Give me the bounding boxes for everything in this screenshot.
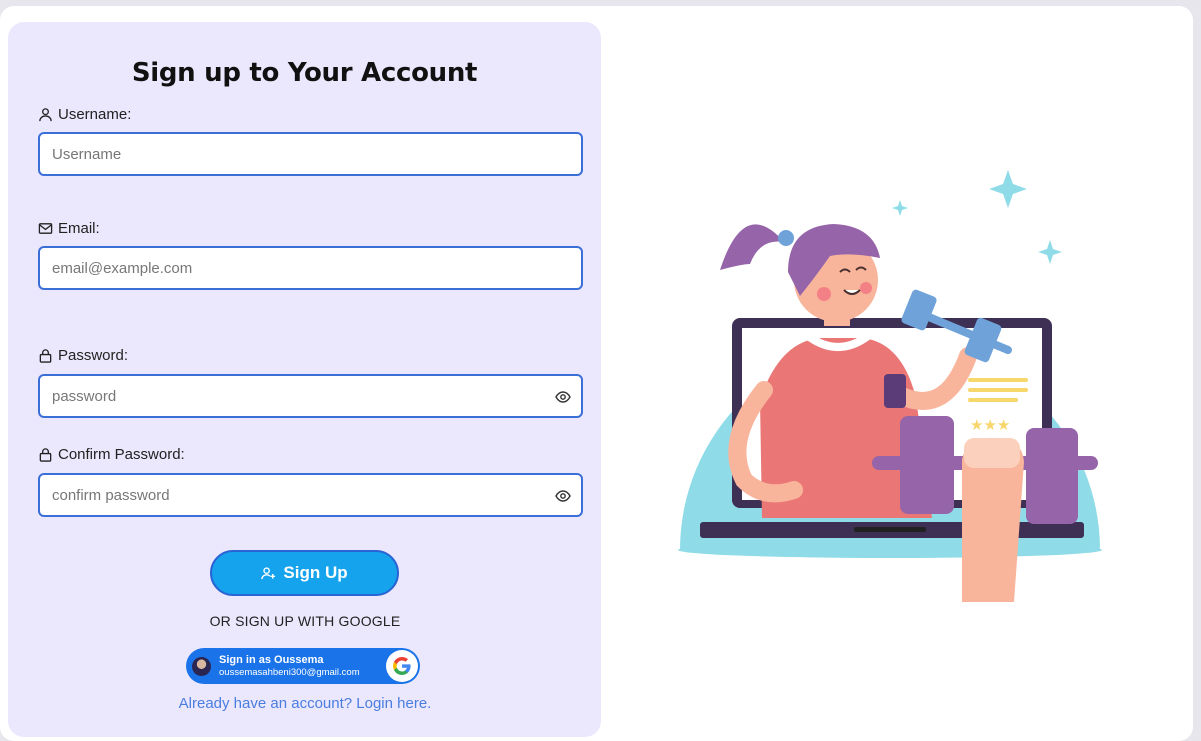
user-plus-icon xyxy=(261,566,276,579)
password-label-text: Password: xyxy=(58,347,129,364)
google-signin-button[interactable]: Sign in as Oussema oussemasahbeni300@gma… xyxy=(186,648,420,684)
email-label-text: Email: xyxy=(58,220,100,237)
mail-icon xyxy=(38,223,53,234)
password-field xyxy=(38,374,583,418)
email-label: Email: xyxy=(38,220,100,237)
page-title: Sign up to Your Account xyxy=(131,58,478,88)
fitness-illustration: ★★★ xyxy=(678,170,1102,602)
google-divider-text: OR SIGN UP WITH GOOGLE xyxy=(209,613,401,629)
username-label: Username: xyxy=(38,106,131,123)
password-input[interactable] xyxy=(40,376,581,416)
password-label: Password: xyxy=(38,347,128,364)
eye-icon[interactable] xyxy=(555,489,571,503)
signup-button[interactable]: Sign Up xyxy=(210,550,399,596)
confirm-password-label: Confirm Password: xyxy=(38,446,185,463)
confirm-password-field xyxy=(38,473,583,517)
signup-button-label: Sign Up xyxy=(283,563,348,582)
email-field xyxy=(38,246,583,290)
eye-icon[interactable] xyxy=(555,390,571,404)
lock-icon xyxy=(39,448,52,462)
username-field xyxy=(38,132,583,176)
username-label-text: Username: xyxy=(58,106,132,123)
email-input[interactable] xyxy=(40,248,581,288)
svg-text:★★★: ★★★ xyxy=(970,416,1010,434)
lock-icon xyxy=(39,349,52,363)
login-link[interactable]: Already have an account? Login here. xyxy=(0,695,610,712)
confirm-password-label-text: Confirm Password: xyxy=(58,446,185,463)
username-input[interactable] xyxy=(40,134,581,174)
google-logo-icon xyxy=(386,650,418,682)
confirm-password-input[interactable] xyxy=(40,475,581,515)
google-account-name: Sign in as Oussema xyxy=(219,654,324,666)
signup-form: Sign up to Your Account Username: Email: xyxy=(8,22,601,737)
avatar xyxy=(192,657,211,676)
app-window: Sign up to Your Account Username: Email: xyxy=(0,6,1193,741)
user-icon xyxy=(39,108,52,122)
google-account-email: oussemasahbeni300@gmail.com xyxy=(219,667,360,678)
